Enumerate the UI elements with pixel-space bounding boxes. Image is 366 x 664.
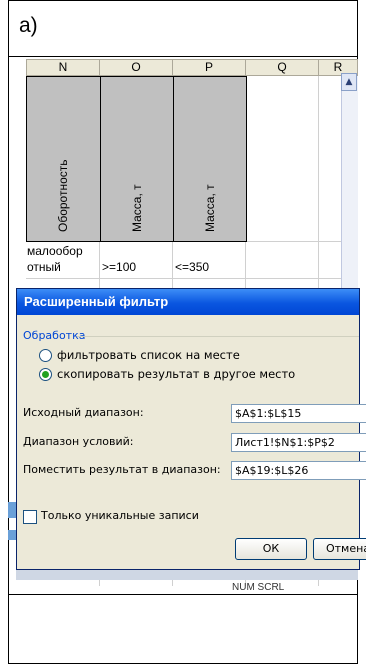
advanced-filter-dialog: Расширенный фильтр Обработка фильтровать…	[16, 288, 366, 570]
header-text-mass-min: Масса, т	[130, 184, 144, 232]
copy-to-location-label[interactable]: скопировать результат в другое место	[57, 367, 295, 381]
grid-line	[26, 278, 358, 279]
unique-records-checkbox[interactable]	[23, 510, 37, 524]
dialog-title: Расширенный фильтр	[24, 294, 169, 309]
unique-records-label[interactable]: Только уникальные записи	[41, 509, 199, 522]
sheet-nav-left-icon[interactable]	[8, 502, 16, 518]
filter-in-place-radio[interactable]	[39, 349, 52, 362]
criteria-cell-n-line1[interactable]: малообор	[27, 244, 83, 258]
column-header-o[interactable]: O	[99, 59, 173, 76]
header-text-mass-max: Масса, т	[203, 184, 217, 232]
criteria-range-label: Диапазон условий:	[23, 435, 134, 448]
list-range-input[interactable]: $A$1:$L$15	[231, 404, 366, 423]
bottom-divider	[8, 594, 358, 595]
copy-to-location-radio[interactable]	[39, 368, 52, 381]
criteria-cell-p[interactable]: <=350	[175, 260, 209, 274]
group-divider	[77, 336, 359, 337]
header-text-turnover: Оборотность	[56, 159, 70, 232]
cancel-button[interactable]: Отмена	[313, 538, 366, 560]
column-header-p[interactable]: P	[172, 59, 246, 76]
ok-button[interactable]: ОК	[235, 538, 307, 560]
dialog-title-bar[interactable]: Расширенный фильтр	[17, 289, 359, 315]
column-header-n[interactable]: N	[26, 59, 100, 76]
scroll-up-arrow-icon[interactable]: ▲	[341, 73, 357, 91]
column-header-q[interactable]: Q	[245, 59, 319, 76]
sheet-nav-arrow-icon[interactable]	[8, 530, 16, 540]
criteria-cell-o[interactable]: >=100	[102, 260, 136, 274]
copy-to-label: Поместить результат в диапазон:	[23, 463, 221, 476]
copy-to-input[interactable]: $A$19:$L$26	[231, 461, 366, 480]
top-border	[8, 0, 358, 1]
status-strip	[16, 570, 358, 580]
radio-selected-dot	[42, 371, 49, 378]
figure-label: а)	[19, 14, 38, 37]
filter-in-place-label[interactable]: фильтровать список на месте	[57, 348, 240, 362]
criteria-cell-n-line2[interactable]: отный	[27, 260, 61, 274]
status-text: NUM SCRL	[232, 582, 285, 593]
list-range-label: Исходный диапазон:	[23, 406, 144, 419]
criteria-range-input[interactable]: Лист1!$N$1:$P$2	[231, 433, 366, 452]
